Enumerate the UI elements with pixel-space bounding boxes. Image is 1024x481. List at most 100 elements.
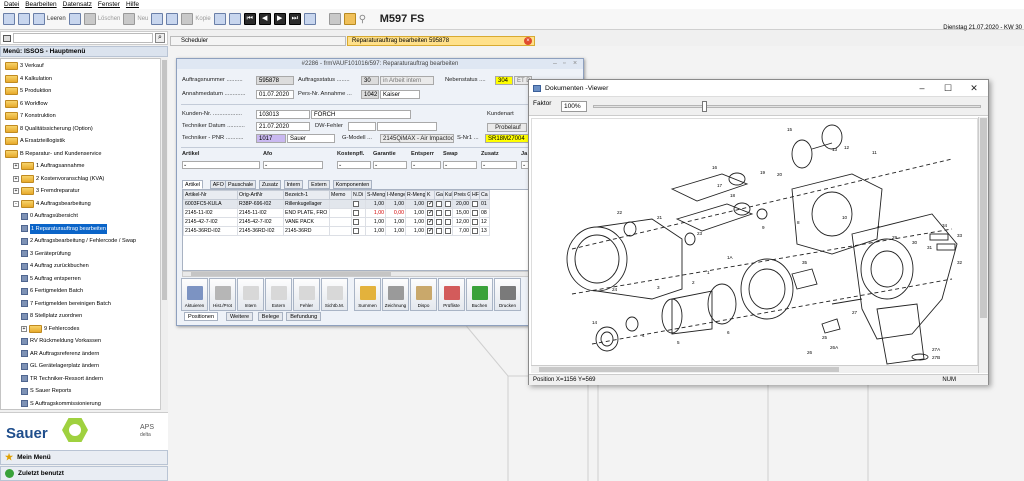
tab-scheduler[interactable]: Scheduler <box>170 36 346 46</box>
menu-2[interactable]: Datensatz <box>63 0 92 9</box>
expand-toggle-icon[interactable]: - <box>13 200 19 207</box>
calc-button[interactable] <box>328 12 341 26</box>
filter-dropdown[interactable]: ⌄ <box>443 161 477 169</box>
table-cell[interactable]: 2145-36RD-I02 <box>237 226 284 236</box>
checkbox[interactable] <box>472 218 478 225</box>
menu-tree-item[interactable]: GL Gerätelagerplatz ändern <box>1 361 161 372</box>
drucken-button[interactable]: Drucken <box>494 278 521 311</box>
checkbox[interactable] <box>445 200 451 207</box>
grid-column-header[interactable]: Ca <box>479 190 490 200</box>
table-cell-checkbox[interactable] <box>351 226 366 236</box>
grid-tab[interactable]: Intern <box>283 180 304 189</box>
table-row[interactable]: 2145-42-7-I02 2145-42-7-I02 VANE PACK 1,00 1… <box>183 217 490 227</box>
grid-tab[interactable]: Extern <box>308 180 330 189</box>
leeren-button[interactable]: Leeren <box>33 12 66 26</box>
table-cell-checkbox[interactable] <box>351 199 366 209</box>
menu-tree-item[interactable]: 4 Kalkulation <box>1 74 161 85</box>
table-cell-checkbox[interactable] <box>470 199 480 209</box>
close-tab-icon[interactable]: × <box>524 37 532 45</box>
last-record-button[interactable]: ⏭ <box>288 12 301 26</box>
table-cell-checkbox[interactable] <box>443 208 453 218</box>
scroll-thumb[interactable] <box>980 118 987 318</box>
table-row[interactable]: 2145-36RD-I02 2145-36RD-I02 2145-36RD 1,00 1… <box>183 226 490 236</box>
expand-toggle-icon[interactable]: + <box>13 163 19 170</box>
checkbox[interactable] <box>427 227 433 234</box>
menu-tree-scrollbar[interactable] <box>160 58 168 410</box>
checkbox[interactable] <box>472 200 478 207</box>
table-cell[interactable]: 1,00 <box>405 217 426 227</box>
intern-button[interactable]: Intern <box>237 278 264 311</box>
table-row[interactable]: 6003FC5-KULA R38P-696-I02 Rillenkugellager… <box>183 199 490 209</box>
checkbox[interactable] <box>445 218 451 225</box>
wrench-button[interactable]: ⚲ <box>359 12 371 26</box>
table-cell[interactable]: 1,00 <box>365 199 386 209</box>
grid-column-header[interactable]: Memo <box>329 190 352 200</box>
save-button[interactable] <box>18 12 30 26</box>
sichtb-m-button[interactable]: Sichtb.M. <box>321 278 348 311</box>
table-cell-checkbox[interactable] <box>434 226 444 236</box>
filter-dropdown[interactable]: ⌄ <box>373 161 407 169</box>
neu-button[interactable]: Neu <box>123 12 148 26</box>
grid-column-header[interactable]: Bezeich-1 <box>283 190 330 200</box>
table-cell[interactable]: 12,00 <box>452 217 471 227</box>
checkbox[interactable] <box>472 227 478 234</box>
table-cell[interactable]: 1,00 <box>385 217 406 227</box>
dispo-button[interactable]: Dispo <box>410 278 437 311</box>
table-cell-checkbox[interactable] <box>351 208 366 218</box>
menu-tree-item[interactable]: AR Auftragsreferenz ändern <box>1 349 161 360</box>
window-restore-icon[interactable]: ▫ <box>563 60 565 67</box>
first-record-button[interactable]: ⏮ <box>243 12 256 26</box>
table-cell[interactable]: 2145-42-7-I02 <box>183 217 238 227</box>
menu-tree-item[interactable]: 1 Reparaturauftrag bearbeiten <box>1 223 161 234</box>
grid-tab[interactable]: Pauschale <box>225 180 257 189</box>
menu-tree-item[interactable]: RV Rückmeldung Vorkassen <box>1 336 161 347</box>
table-cell[interactable]: 0,00 <box>385 208 406 218</box>
viewer-hscrollbar[interactable] <box>531 365 978 373</box>
menu-tree-item[interactable]: B Reparatur- und Kundenservice <box>1 149 161 160</box>
table-cell-checkbox[interactable] <box>434 208 444 218</box>
mein-menu-button[interactable]: ★ Mein Menü <box>0 450 168 465</box>
table-row[interactable]: 2145-11-I02 2145-11-I02 END PLATE, FRO 1,00… <box>183 208 490 218</box>
menu-0[interactable]: Datei <box>4 0 19 9</box>
table-cell[interactable]: 01 <box>479 199 490 209</box>
table-cell[interactable]: VANE PACK <box>283 217 330 227</box>
grid-view-button[interactable] <box>151 12 164 26</box>
buchen-button[interactable]: Buchen <box>466 278 493 311</box>
window-min-icon[interactable]: – <box>553 60 557 67</box>
snr-field[interactable]: SR18M27004 <box>485 134 529 143</box>
persnr-field[interactable]: 1042 <box>361 90 379 99</box>
table-cell[interactable]: 1,00 <box>365 226 386 236</box>
bottom-tab[interactable]: Belege <box>257 312 284 321</box>
close-button[interactable]: ✕ <box>963 82 985 95</box>
extern-button[interactable]: Extern <box>265 278 292 311</box>
table-cell-checkbox[interactable] <box>434 217 444 227</box>
menu-tree-item[interactable]: 6 Fertigmelden Batch <box>1 286 161 297</box>
menu-tree-item[interactable]: 6 Workflow <box>1 99 161 110</box>
checkbox[interactable] <box>427 209 433 216</box>
menu-1[interactable]: Bearbeiten <box>25 0 56 9</box>
table-cell[interactable]: 1,00 <box>405 226 426 236</box>
table-cell[interactable]: 6003FC5-KULA <box>183 199 238 209</box>
grid-column-header[interactable]: K <box>425 190 435 200</box>
expand-toggle-icon[interactable]: + <box>13 175 19 182</box>
table-cell[interactable]: 1,00 <box>365 217 386 227</box>
table-cell[interactable]: 20,00 <box>452 199 471 209</box>
table-cell[interactable]: 2145-36RD-I02 <box>183 226 238 236</box>
next-record-button[interactable]: ▶ <box>273 12 286 26</box>
table-cell-checkbox[interactable] <box>425 208 435 218</box>
search-input[interactable] <box>13 33 153 43</box>
prev-record-button[interactable]: ◀ <box>258 12 271 26</box>
table-cell[interactable]: 7,00 <box>452 226 471 236</box>
search-icon[interactable]: ⌕ <box>155 33 165 43</box>
bottom-tab[interactable]: Positionen <box>184 312 219 321</box>
checkbox[interactable] <box>353 218 359 225</box>
checkbox[interactable] <box>436 200 442 207</box>
table-cell-checkbox[interactable] <box>425 226 435 236</box>
checkbox[interactable] <box>427 218 433 225</box>
menu-tree-item[interactable]: - 4 Auftragsbearbeitung <box>1 199 161 210</box>
bottom-tab[interactable]: Befundung <box>286 312 322 321</box>
checkbox[interactable] <box>445 209 451 216</box>
menu-tree-item[interactable]: +3 Fremdreparatur <box>1 186 161 197</box>
export-button[interactable] <box>303 12 316 26</box>
table-cell-checkbox[interactable] <box>351 217 366 227</box>
